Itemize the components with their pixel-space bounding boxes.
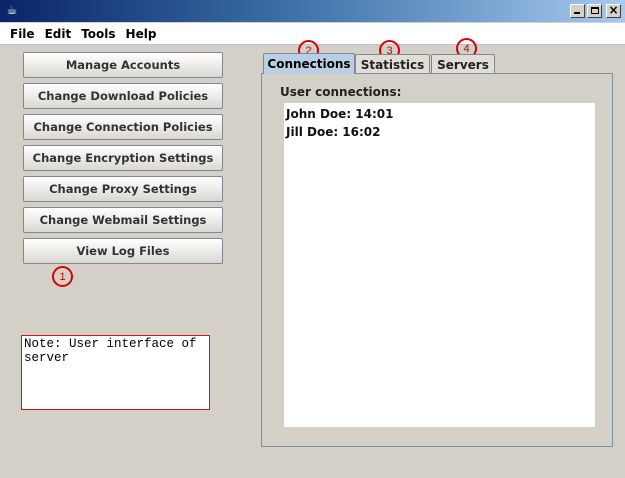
menu-file[interactable]: File [0,27,40,41]
window-controls: × [570,4,621,18]
change-webmail-settings-button[interactable]: Change Webmail Settings [23,207,223,233]
menu-help[interactable]: Help [121,27,162,41]
java-cup-icon[interactable]: ☕ [5,3,19,18]
maximize-icon [591,7,599,14]
change-download-policies-button[interactable]: Change Download Policies [23,83,223,109]
menu-edit[interactable]: Edit [40,27,77,41]
list-item[interactable]: Jill Doe: 16:02 [284,123,595,141]
tab-servers[interactable]: Servers [431,54,495,74]
title-bar: ☕ × [0,0,625,22]
note-text: Note: User interface of server [21,335,210,410]
change-connection-policies-button[interactable]: Change Connection Policies [23,114,223,140]
view-log-files-button[interactable]: View Log Files [23,238,223,264]
annotation-marker-1: 1 [52,266,73,287]
manage-accounts-button[interactable]: Manage Accounts [23,52,223,78]
tab-connections[interactable]: Connections [263,53,355,74]
user-connections-label: User connections: [280,85,402,99]
connections-tab-panel: User connections: John Doe: 14:01 Jill D… [261,73,613,447]
user-connections-list[interactable]: John Doe: 14:01 Jill Doe: 16:02 [284,103,595,427]
change-encryption-settings-button[interactable]: Change Encryption Settings [23,145,223,171]
maximize-button[interactable] [587,4,602,18]
minimize-button[interactable] [570,4,585,18]
menu-tools[interactable]: Tools [76,27,120,41]
close-icon: × [608,3,619,17]
minimize-icon [574,12,580,14]
close-button[interactable]: × [606,4,621,18]
change-proxy-settings-button[interactable]: Change Proxy Settings [23,176,223,202]
tab-statistics[interactable]: Statistics [355,54,430,74]
list-item[interactable]: John Doe: 14:01 [284,105,595,123]
